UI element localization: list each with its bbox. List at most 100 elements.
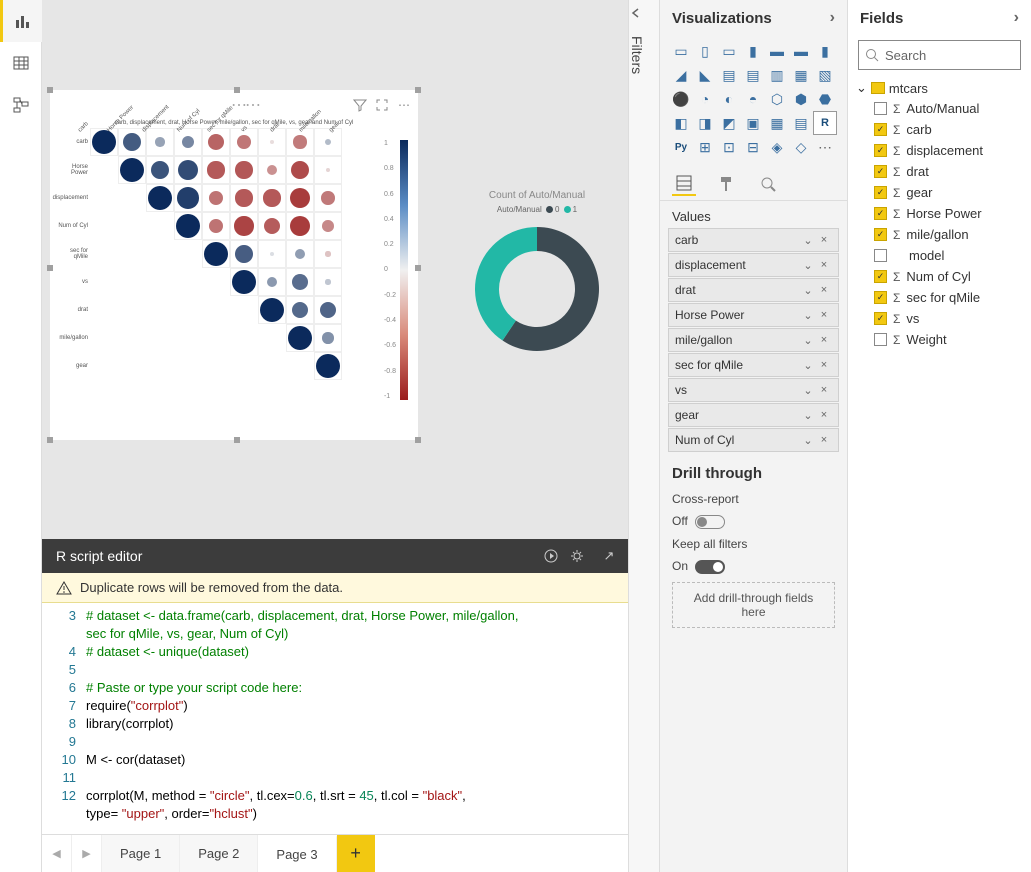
vis-type-icon[interactable]: ◨	[694, 112, 716, 134]
vis-type-icon[interactable]: ⊡	[718, 136, 740, 158]
field-checkbox[interactable]: ✓	[874, 207, 887, 220]
analytics-tab[interactable]	[756, 172, 780, 196]
vis-type-icon[interactable]: ◔	[694, 88, 716, 110]
well-remove-icon[interactable]: ×	[816, 384, 832, 396]
field-row[interactable]: ✓Σcarb	[856, 119, 1023, 140]
code-area[interactable]: 3# dataset <- data.frame(carb, displacem…	[42, 603, 662, 827]
well-dropdown-icon[interactable]: ⌄	[800, 234, 816, 247]
well-remove-icon[interactable]: ×	[816, 334, 832, 346]
vis-type-icon[interactable]: ▤	[742, 64, 764, 86]
vis-type-icon[interactable]: ⬢	[790, 88, 812, 110]
well-dropdown-icon[interactable]: ⌄	[800, 359, 816, 372]
well-remove-icon[interactable]: ×	[816, 309, 832, 321]
well-remove-icon[interactable]: ×	[816, 434, 832, 446]
well-remove-icon[interactable]: ×	[816, 284, 832, 296]
donut-visual[interactable]: Count of Auto/Manual Auto/Manual 0 1	[437, 190, 637, 390]
vis-type-icon[interactable]: ◧	[670, 112, 692, 134]
vis-type-icon[interactable]: ◩	[718, 112, 740, 134]
vis-type-icon[interactable]: ⬡	[766, 88, 788, 110]
field-checkbox[interactable]	[874, 333, 887, 346]
vis-type-icon[interactable]: ▭	[670, 40, 692, 62]
well-dropdown-icon[interactable]: ⌄	[800, 259, 816, 272]
vis-type-icon[interactable]: ◇	[790, 136, 812, 158]
collapse-fields-icon[interactable]: ›	[1014, 9, 1019, 27]
vis-type-icon[interactable]: ▬	[790, 40, 812, 62]
vis-type-icon[interactable]: ⊟	[742, 136, 764, 158]
vis-type-icon[interactable]: ▧	[814, 64, 836, 86]
field-row[interactable]: ΣWeight	[856, 329, 1023, 350]
vis-type-icon[interactable]: ◓	[742, 88, 764, 110]
field-checkbox[interactable]: ✓	[874, 228, 887, 241]
well-remove-icon[interactable]: ×	[816, 359, 832, 371]
add-page-button[interactable]: +	[337, 835, 375, 872]
fields-search-input[interactable]: Search	[858, 40, 1021, 70]
field-row[interactable]: ✓Σsec for qMile	[856, 287, 1023, 308]
field-checkbox[interactable]: ✓	[874, 270, 887, 283]
filters-pane-collapsed[interactable]: Filters	[628, 0, 660, 872]
field-row[interactable]: ΣAuto/Manual	[856, 98, 1023, 119]
vis-type-icon[interactable]: ◐	[718, 88, 740, 110]
vis-type-icon[interactable]: ⋯	[814, 136, 836, 158]
vis-type-icon[interactable]: ⬣	[814, 88, 836, 110]
focus-mode-icon[interactable]	[374, 97, 390, 113]
left-tab-data[interactable]	[0, 42, 42, 84]
vis-type-icon[interactable]: ▥	[766, 64, 788, 86]
run-script-button[interactable]	[544, 549, 570, 563]
format-tab[interactable]	[714, 172, 738, 196]
field-row[interactable]: ✓ΣHorse Power	[856, 203, 1023, 224]
field-row[interactable]: ✓Σmile/gallon	[856, 224, 1023, 245]
vis-type-icon[interactable]: R	[814, 112, 836, 134]
collapse-visualizations-icon[interactable]: ›	[830, 9, 835, 27]
well-dropdown-icon[interactable]: ⌄	[800, 384, 816, 397]
vis-type-icon[interactable]: ⊞	[694, 136, 716, 158]
field-row[interactable]: ✓Σgear	[856, 182, 1023, 203]
well-dropdown-icon[interactable]: ⌄	[800, 409, 816, 422]
filter-icon[interactable]	[352, 97, 368, 113]
vis-type-icon[interactable]: ▦	[790, 64, 812, 86]
vis-type-icon[interactable]: ▦	[766, 112, 788, 134]
value-well[interactable]: drat⌄×	[668, 278, 839, 302]
value-well[interactable]: mile/gallon⌄×	[668, 328, 839, 352]
script-options-button[interactable]	[570, 549, 596, 563]
vis-type-icon[interactable]: ▤	[790, 112, 812, 134]
fields-tab[interactable]	[672, 172, 696, 196]
well-remove-icon[interactable]: ×	[816, 234, 832, 246]
drill-through-dropzone[interactable]: Add drill-through fields here	[672, 582, 835, 628]
value-well[interactable]: vs⌄×	[668, 378, 839, 402]
well-dropdown-icon[interactable]: ⌄	[800, 334, 816, 347]
vis-type-icon[interactable]: ▣	[742, 112, 764, 134]
vis-type-icon[interactable]: ▯	[694, 40, 716, 62]
field-checkbox[interactable]	[874, 249, 887, 262]
value-well[interactable]: Num of Cyl⌄×	[668, 428, 839, 452]
well-dropdown-icon[interactable]: ⌄	[800, 284, 816, 297]
field-checkbox[interactable]: ✓	[874, 186, 887, 199]
vis-type-icon[interactable]: ⚫	[670, 88, 692, 110]
value-well[interactable]: sec for qMile⌄×	[668, 353, 839, 377]
cross-report-toggle[interactable]	[695, 515, 725, 529]
vis-type-icon[interactable]: ◈	[766, 136, 788, 158]
vis-type-icon[interactable]: ▮	[742, 40, 764, 62]
field-checkbox[interactable]	[874, 102, 887, 115]
left-tab-model[interactable]	[0, 84, 42, 126]
left-tab-report[interactable]	[0, 0, 42, 42]
field-checkbox[interactable]: ✓	[874, 144, 887, 157]
page-tab[interactable]: Page 3	[258, 835, 336, 872]
vis-type-icon[interactable]: ▭	[718, 40, 740, 62]
report-canvas[interactable]: ⋯⋯ ⋯ carb, displacement, drat, Horse Pow…	[42, 0, 662, 539]
value-well[interactable]: displacement⌄×	[668, 253, 839, 277]
field-row[interactable]: ✓Σvs	[856, 308, 1023, 329]
well-remove-icon[interactable]: ×	[816, 409, 832, 421]
field-checkbox[interactable]: ✓	[874, 123, 887, 136]
vis-type-icon[interactable]: ▮	[814, 40, 836, 62]
table-node[interactable]: ⌄ mtcars	[856, 78, 1023, 98]
field-checkbox[interactable]: ✓	[874, 312, 887, 325]
page-nav-prev[interactable]: ◀	[42, 835, 72, 872]
field-row[interactable]: ✓Σdrat	[856, 161, 1023, 182]
vis-type-icon[interactable]: ◣	[694, 64, 716, 86]
field-checkbox[interactable]: ✓	[874, 165, 887, 178]
value-well[interactable]: carb⌄×	[668, 228, 839, 252]
field-row[interactable]: ✓Σdisplacement	[856, 140, 1023, 161]
vis-type-icon[interactable]: ▬	[766, 40, 788, 62]
well-remove-icon[interactable]: ×	[816, 259, 832, 271]
value-well[interactable]: gear⌄×	[668, 403, 839, 427]
